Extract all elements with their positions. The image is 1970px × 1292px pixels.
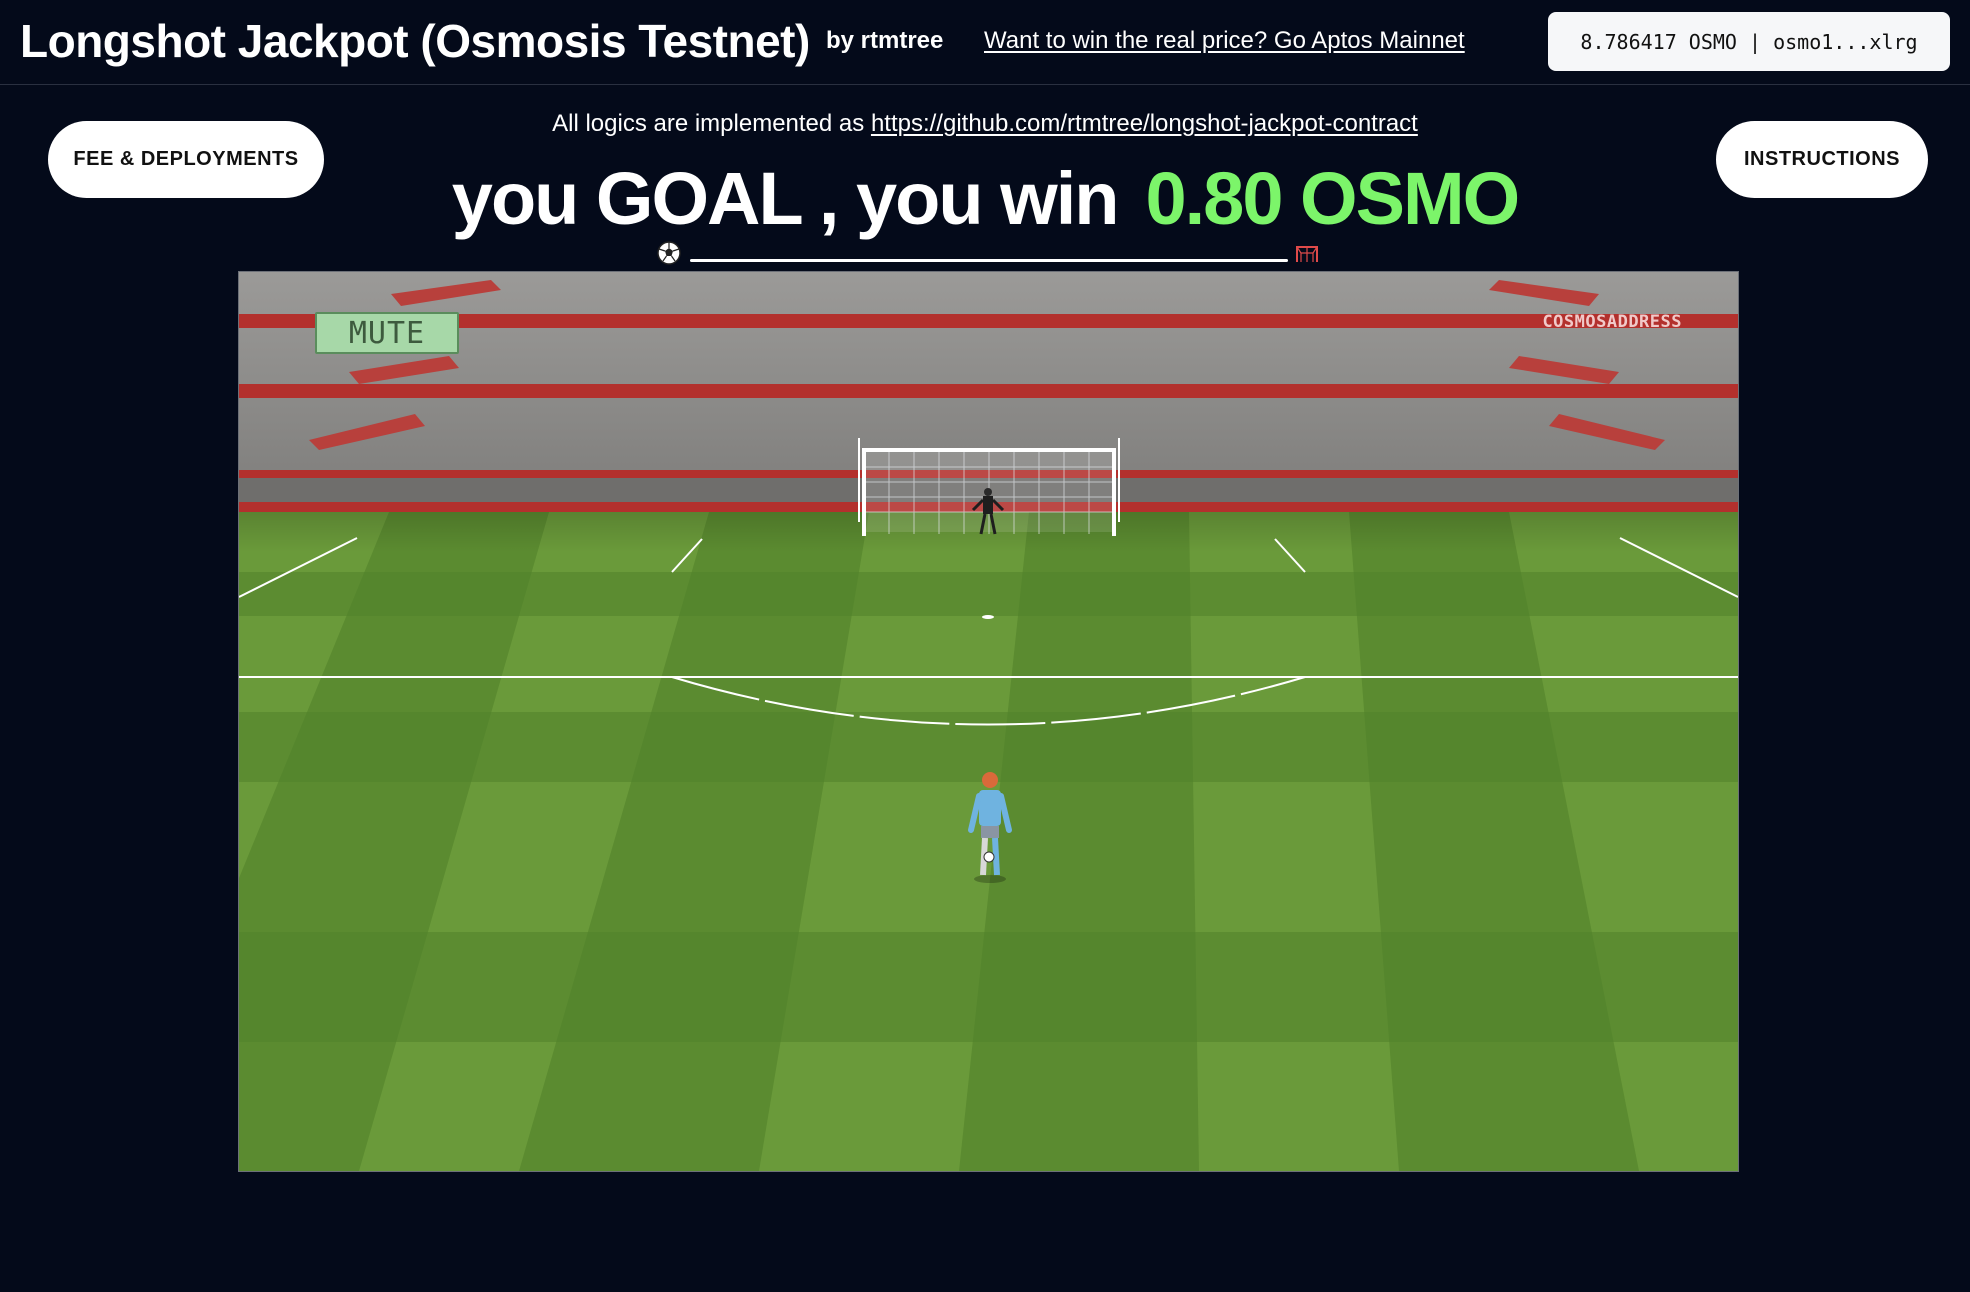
repo-line: All logics are implemented as https://gi… — [0, 110, 1970, 138]
stand-stripe — [239, 384, 1738, 398]
top-bar: Longshot Jackpot (Osmosis Testnet) by rt… — [0, 0, 1970, 85]
mainnet-link[interactable]: Want to win the real price? Go Aptos Mai… — [984, 27, 1465, 55]
repo-prefix: All logics are implemented as — [552, 110, 865, 137]
address-label: COSMOSADDRESS — [1542, 312, 1682, 332]
author-credit: by rtmtree — [826, 27, 944, 54]
penalty-spot — [982, 615, 994, 619]
prize-amount: 0.80 OSMO — [1145, 157, 1520, 240]
power-meter — [656, 240, 1320, 266]
mute-button[interactable]: MUTE — [315, 312, 459, 354]
stand-stripe — [239, 314, 1738, 328]
soccer-ball-icon — [657, 241, 681, 265]
wallet-button[interactable]: 8.786417 OSMO | osmo1...xlrg — [1548, 12, 1950, 71]
game-canvas[interactable]: MUTE COSMOSADDRESS — [238, 271, 1739, 1172]
repo-link[interactable]: https://github.com/rtmtree/longshot-jack… — [871, 110, 1418, 137]
power-track — [690, 259, 1288, 262]
goal-net — [858, 438, 1120, 536]
game-scene — [239, 272, 1738, 1171]
app-title: Longshot Jackpot (Osmosis Testnet) — [20, 15, 810, 67]
goal-icon — [1296, 246, 1318, 262]
result-headline: you GOAL , you win 0.80 OSMO — [0, 156, 1970, 241]
result-text: you GOAL , you win — [451, 157, 1120, 240]
